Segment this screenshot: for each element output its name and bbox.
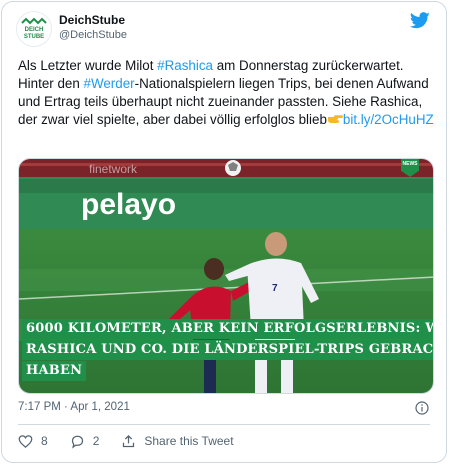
- svg-text:DEICH: DEICH: [25, 27, 44, 33]
- timestamp[interactable]: 7:17 PM · Apr 1, 2021: [18, 401, 130, 413]
- svg-text:7: 7: [272, 283, 278, 294]
- headline-line: HABEN: [22, 361, 87, 381]
- headline-line: RASHICA UND CO. DIE LÄNDERSPIEL-TRIPS GE…: [22, 340, 433, 360]
- display-name[interactable]: DeichStube: [59, 13, 127, 28]
- reply-button[interactable]: 2: [70, 434, 100, 449]
- avatar[interactable]: DEICH STUBE: [16, 11, 52, 47]
- hashtag-link[interactable]: #Werder: [84, 76, 135, 91]
- share-label: Share this Tweet: [144, 434, 234, 448]
- divider: [18, 424, 430, 425]
- tweet-actions: 8 2 Share this Tweet: [18, 432, 256, 450]
- ad-board-text: finetwork: [89, 162, 138, 176]
- twitter-bird-icon[interactable]: [410, 12, 430, 29]
- reply-icon: [71, 435, 83, 449]
- like-count: 8: [41, 434, 48, 448]
- info-icon[interactable]: [415, 401, 429, 415]
- like-button[interactable]: 8: [18, 434, 48, 449]
- deichstube-logo-icon: DEICH STUBE: [21, 17, 47, 40]
- article-link[interactable]: bit.ly/2OcHuHZ: [343, 112, 434, 127]
- hashtag-link[interactable]: #Rashica: [157, 58, 213, 73]
- media-card[interactable]: 7 finetwork pelayo NEWS 6000 KILOMETER, …: [18, 158, 434, 394]
- tweet-text-part: Als Letzter wurde Milot: [18, 58, 158, 73]
- handle[interactable]: @DeichStube: [59, 28, 127, 43]
- tweet-text: Als Letzter wurde Milot #Rashica am Donn…: [18, 57, 434, 129]
- pointing-hand-emoji-icon: [327, 115, 343, 123]
- svg-text:STUBE: STUBE: [24, 34, 44, 40]
- reply-count: 2: [92, 434, 100, 448]
- share-button[interactable]: Share this Tweet: [121, 434, 234, 449]
- article-headline: 6000 KILOMETER, ABER KEIN ERFOLGSERLEBNI…: [22, 319, 433, 382]
- ad-boards: finetwork pelayo: [81, 162, 176, 221]
- author-names[interactable]: DeichStube @DeichStube: [59, 13, 127, 43]
- headline-line: 6000 KILOMETER, ABER KEIN ERFOLGSERLEBNI…: [22, 319, 433, 339]
- ad-board-text: pelayo: [81, 188, 176, 221]
- share-icon: [123, 434, 135, 447]
- tweet-card[interactable]: DEICH STUBE DeichStube @DeichStube Als L…: [1, 1, 447, 463]
- heart-icon: [18, 434, 33, 448]
